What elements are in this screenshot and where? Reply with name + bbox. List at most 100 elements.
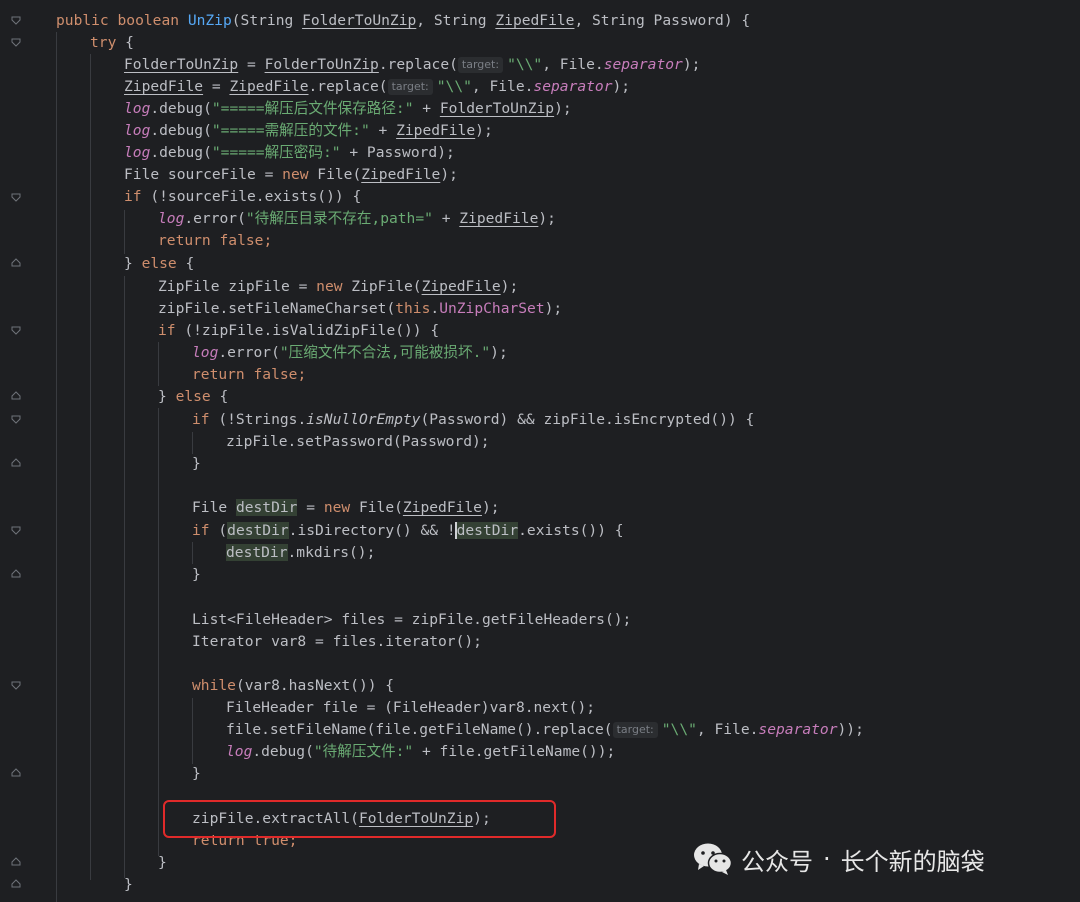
code-text: + Password);	[340, 144, 455, 161]
code-text: +	[369, 122, 397, 139]
code-text: File sourceFile =	[124, 166, 283, 183]
code-line: }	[56, 564, 201, 586]
fold-marker-icon[interactable]	[11, 391, 21, 401]
fold-marker-icon[interactable]	[11, 525, 21, 535]
code-text: }	[192, 765, 201, 782]
keyword: false	[219, 232, 264, 249]
code-line: } else {	[56, 253, 194, 275]
code-text: }	[192, 566, 201, 583]
code-text: .mkdirs();	[287, 544, 376, 561]
fold-marker-icon[interactable]	[11, 15, 21, 25]
keyword: public	[56, 12, 109, 29]
code-line: Iterator var8 = files.iterator();	[56, 631, 482, 653]
code-text: {	[210, 388, 229, 405]
code-line: }	[56, 852, 167, 874]
string-literal: "\\"	[507, 56, 543, 73]
code-text: .replace(	[308, 78, 388, 95]
code-line: FolderToUnZip = FolderToUnZip.replace(ta…	[56, 54, 700, 76]
static-field: separator	[603, 56, 683, 73]
logger-field: log	[158, 210, 185, 227]
keyword: if	[192, 522, 210, 539]
code-text: =	[297, 499, 324, 516]
string-literal: "待解压目录不存在,path="	[245, 210, 433, 227]
string-literal: "\\"	[661, 721, 697, 738]
code-line: log.debug("=====解压密码:" + Password);	[56, 142, 455, 164]
code-text: );	[481, 499, 500, 516]
logger-field: log	[124, 122, 151, 139]
fold-marker-icon[interactable]	[11, 768, 21, 778]
code-text: (Password) && zipFile.isEncrypted()) {	[420, 411, 755, 428]
code-line: } else {	[56, 386, 228, 408]
variable: ZipedFile	[396, 122, 476, 139]
code-line: file.setFileName(file.getFileName().repl…	[56, 719, 864, 741]
code-text: .debug(	[150, 100, 212, 117]
fold-marker-icon[interactable]	[11, 414, 21, 424]
fold-marker-icon[interactable]	[11, 680, 21, 690]
variable: ZipedFile	[229, 78, 309, 95]
code-text: Iterator var8 = files.iterator();	[192, 633, 482, 650]
code-text: ZipFile(	[342, 278, 422, 295]
code-line: log.error("待解压目录不存在,path=" + ZipedFile);	[56, 208, 556, 230]
code-line: log.debug("待解压文件:" + file.getFileName())…	[56, 741, 615, 763]
fold-marker-icon[interactable]	[11, 192, 21, 202]
field: UnZipCharSet	[439, 300, 545, 317]
keyword: this	[395, 300, 431, 317]
code-line: log.error("压缩文件不合法,可能被损坏.");	[56, 342, 508, 364]
watermark-text: 公众号	[741, 847, 813, 876]
parameter-hint: target:	[387, 79, 433, 95]
code-text: );	[538, 210, 556, 227]
logger-field: log	[124, 144, 151, 161]
code-text: );	[544, 300, 563, 317]
keyword: return	[192, 366, 245, 383]
highlight-box	[163, 800, 556, 838]
code-text: +	[432, 210, 460, 227]
code-text: }	[124, 255, 142, 272]
code-text: +	[413, 100, 440, 117]
static-method: isNullOrEmpty	[306, 411, 421, 428]
code-text: );	[475, 122, 493, 139]
fold-marker-icon[interactable]	[11, 879, 21, 889]
fold-marker-icon[interactable]	[11, 458, 21, 468]
code-text: (String	[231, 12, 303, 29]
string-literal: "\\"	[436, 78, 472, 95]
code-text: .error(	[218, 344, 280, 361]
keyword: false	[253, 366, 298, 383]
code-text: (!Strings.	[209, 411, 307, 428]
keyword: new	[282, 166, 309, 183]
string-literal: "=====解压密码:"	[211, 144, 341, 161]
watermark-text: 长个新的脑袋	[840, 847, 985, 876]
code-line: File destDir = new File(ZipedFile);	[56, 497, 500, 519]
variable: FolderToUnZip	[124, 56, 239, 73]
code-editor[interactable]: public boolean UnZip(String FolderToUnZi…	[34, 0, 1080, 902]
code-text: );	[440, 166, 458, 183]
variable: destDir	[235, 499, 298, 516]
parameter-hint: target:	[612, 722, 658, 738]
fold-marker-icon[interactable]	[11, 569, 21, 579]
code-text: }	[158, 388, 176, 405]
string-literal: "压缩文件不合法,可能被损坏."	[279, 344, 491, 361]
code-text: .replace(	[378, 56, 458, 73]
code-text: zipFile.setPassword(Password);	[226, 433, 490, 450]
method-name: UnZip	[187, 12, 232, 29]
code-text: , File.	[696, 721, 759, 738]
code-line: if (!sourceFile.exists()) {	[56, 186, 361, 208]
variable: destDir	[454, 522, 519, 539]
fold-marker-icon[interactable]	[11, 37, 21, 47]
fold-marker-icon[interactable]	[11, 857, 21, 867]
fold-marker-icon[interactable]	[11, 258, 21, 268]
code-text: (!zipFile.isValidZipFile()) {	[175, 322, 440, 339]
code-text: {	[176, 255, 195, 272]
variable: destDir	[227, 522, 289, 539]
watermark: 公众号 · 长个新的脑袋	[693, 838, 985, 880]
static-field: separator	[758, 721, 838, 738]
code-text: List<FileHeader> files = zipFile.getFile…	[192, 611, 632, 628]
code-text: {	[116, 34, 134, 51]
logger-field: log	[192, 344, 219, 361]
keyword: else	[175, 388, 211, 405]
code-line: destDir.mkdirs();	[56, 542, 375, 564]
code-line: ZipedFile = ZipedFile.replace(target: "\\…	[56, 76, 630, 98]
code-text: .	[430, 300, 440, 317]
code-text: (	[209, 522, 228, 539]
fold-marker-icon[interactable]	[11, 325, 21, 335]
editor-gutter	[0, 0, 34, 902]
